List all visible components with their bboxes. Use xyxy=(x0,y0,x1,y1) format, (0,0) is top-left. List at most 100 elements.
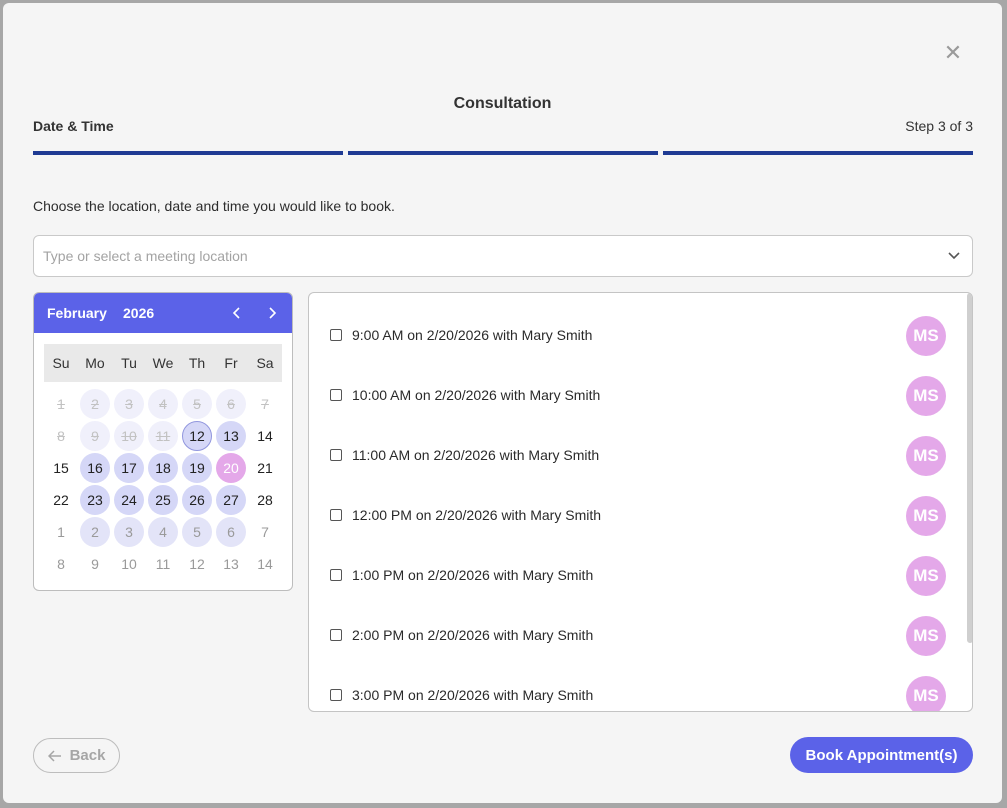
avatar: MS xyxy=(906,676,946,711)
weekday-label: Mo xyxy=(85,355,105,371)
calendar-day: 8 xyxy=(57,428,65,444)
calendar-day: 2 xyxy=(80,389,110,419)
calendar-day[interactable]: 6 xyxy=(216,517,246,547)
slot-label: 11:00 AM on 2/20/2026 with Mary Smith xyxy=(352,447,600,463)
slot-label: 12:00 PM on 2/20/2026 with Mary Smith xyxy=(352,507,602,523)
chevron-down-icon[interactable] xyxy=(946,247,962,263)
location-select[interactable] xyxy=(33,235,973,277)
calendar-day: 14 xyxy=(257,556,273,572)
calendar-day[interactable]: 19 xyxy=(182,453,212,483)
weekday-label: Sa xyxy=(256,355,274,371)
chevron-left-icon[interactable] xyxy=(227,303,247,323)
calendar-header: February 2026 xyxy=(34,293,292,333)
avatar: MS xyxy=(906,616,946,656)
calendar-day[interactable]: 27 xyxy=(216,485,246,515)
slot-label: 10:00 AM on 2/20/2026 with Mary Smith xyxy=(352,387,601,403)
weekday-label: Th xyxy=(188,355,206,371)
calendar-year[interactable]: 2026 xyxy=(123,305,154,321)
slot-label: 1:00 PM on 2/20/2026 with Mary Smith xyxy=(352,567,594,583)
modal-title: Consultation xyxy=(453,95,552,112)
slot-checkbox[interactable] xyxy=(330,329,342,341)
calendar-day: 28 xyxy=(257,492,273,508)
time-slot[interactable]: 11:00 AM on 2/20/2026 with Mary Smith MS xyxy=(309,435,949,476)
slot-checkbox[interactable] xyxy=(330,689,342,701)
booking-modal: ✕ Consultation Date & Time Step 3 of 3 C… xyxy=(3,3,1002,803)
calendar-day: 1 xyxy=(57,396,65,412)
slot-checkbox[interactable] xyxy=(330,389,342,401)
step-name: Date & Time xyxy=(33,118,114,134)
avatar: MS xyxy=(906,496,946,536)
progress-segment-3 xyxy=(663,151,973,155)
avatar: MS xyxy=(906,316,946,356)
calendar-day[interactable]: 23 xyxy=(80,485,110,515)
slot-checkbox[interactable] xyxy=(330,569,342,581)
calendar-day: 9 xyxy=(80,421,110,451)
scrollbar[interactable] xyxy=(967,293,972,643)
calendar-day[interactable]: 13 xyxy=(216,421,246,451)
calendar-day[interactable]: 2 xyxy=(80,517,110,547)
avatar: MS xyxy=(906,436,946,476)
calendar-day: 14 xyxy=(257,428,273,444)
calendar-day[interactable]: 25 xyxy=(148,485,178,515)
calendar-day: 10 xyxy=(114,421,144,451)
slot-label: 3:00 PM on 2/20/2026 with Mary Smith xyxy=(352,687,594,703)
calendar-day: 7 xyxy=(261,524,269,540)
calendar-day: 21 xyxy=(257,460,273,476)
calendar-day: 11 xyxy=(155,556,171,572)
calendar-day: 10 xyxy=(121,556,137,572)
slot-label: 2:00 PM on 2/20/2026 with Mary Smith xyxy=(352,627,594,643)
time-slot[interactable]: 1:00 PM on 2/20/2026 with Mary Smith MS xyxy=(309,555,949,596)
time-slot[interactable]: 12:00 PM on 2/20/2026 with Mary Smith MS xyxy=(309,495,949,536)
calendar-day: 9 xyxy=(91,556,99,572)
calendar-day[interactable]: 12 xyxy=(182,421,212,451)
calendar-day: 7 xyxy=(261,396,269,412)
progress-segment-2 xyxy=(348,151,658,155)
calendar-day[interactable]: 26 xyxy=(182,485,212,515)
calendar-day: 6 xyxy=(216,389,246,419)
time-slot[interactable]: 2:00 PM on 2/20/2026 with Mary Smith MS xyxy=(309,615,949,656)
calendar-day: 1 xyxy=(57,524,65,540)
time-slot[interactable]: 3:00 PM on 2/20/2026 with Mary Smith MS xyxy=(309,675,949,711)
book-appointments-button[interactable]: Book Appointment(s) xyxy=(790,737,973,773)
avatar: MS xyxy=(906,376,946,416)
weekday-label: Tu xyxy=(121,355,137,371)
back-button[interactable]: Back xyxy=(33,738,120,773)
calendar-day[interactable]: 18 xyxy=(148,453,178,483)
close-icon[interactable]: ✕ xyxy=(943,42,963,64)
calendar: February 2026 Su Mo Tu We Th Fr Sa 1 2 3 4 5 6 7 8 9 10… xyxy=(33,292,293,591)
arrow-left-icon xyxy=(47,749,61,762)
calendar-day[interactable]: 17 xyxy=(114,453,144,483)
calendar-day: 11 xyxy=(148,421,178,451)
instructions-text: Choose the location, date and time you w… xyxy=(33,198,395,214)
calendar-day[interactable]: 5 xyxy=(182,517,212,547)
calendar-day[interactable]: 4 xyxy=(148,517,178,547)
calendar-weekdays: Su Mo Tu We Th Fr Sa xyxy=(44,344,282,382)
calendar-day: 5 xyxy=(182,389,212,419)
progress-segment-1 xyxy=(33,151,343,155)
time-slot[interactable]: 9:00 AM on 2/20/2026 with Mary Smith MS xyxy=(309,315,949,356)
weekday-label: Fr xyxy=(224,355,238,371)
calendar-day: 15 xyxy=(53,460,69,476)
weekday-label: Su xyxy=(52,355,70,371)
calendar-day[interactable]: 16 xyxy=(80,453,110,483)
avatar: MS xyxy=(906,556,946,596)
calendar-day: 12 xyxy=(189,556,205,572)
time-slot-list[interactable]: 3:00 PM on 2/20/2026 with Mary Smith MS 2:… xyxy=(308,292,973,712)
slot-checkbox[interactable] xyxy=(330,509,342,521)
location-input[interactable] xyxy=(43,236,923,276)
calendar-day: 4 xyxy=(148,389,178,419)
time-slot[interactable]: 10:00 AM on 2/20/2026 with Mary Smith MS xyxy=(309,375,949,416)
back-label: Back xyxy=(69,747,106,764)
slot-checkbox[interactable] xyxy=(330,449,342,461)
calendar-month[interactable]: February xyxy=(47,305,107,321)
slot-checkbox[interactable] xyxy=(330,629,342,641)
calendar-day: 22 xyxy=(53,492,69,508)
calendar-day[interactable]: 20 xyxy=(216,453,246,483)
calendar-day: 8 xyxy=(57,556,65,572)
calendar-day[interactable]: 24 xyxy=(114,485,144,515)
chevron-right-icon[interactable] xyxy=(262,303,282,323)
slot-label: 9:00 AM on 2/20/2026 with Mary Smith xyxy=(352,327,593,343)
calendar-grid: 1 2 3 4 5 6 7 8 9 10 11 12 13 14 15 16 17 18 19 20 21 22 23 24 2… xyxy=(44,388,282,580)
calendar-day[interactable]: 3 xyxy=(114,517,144,547)
calendar-day: 13 xyxy=(223,556,239,572)
